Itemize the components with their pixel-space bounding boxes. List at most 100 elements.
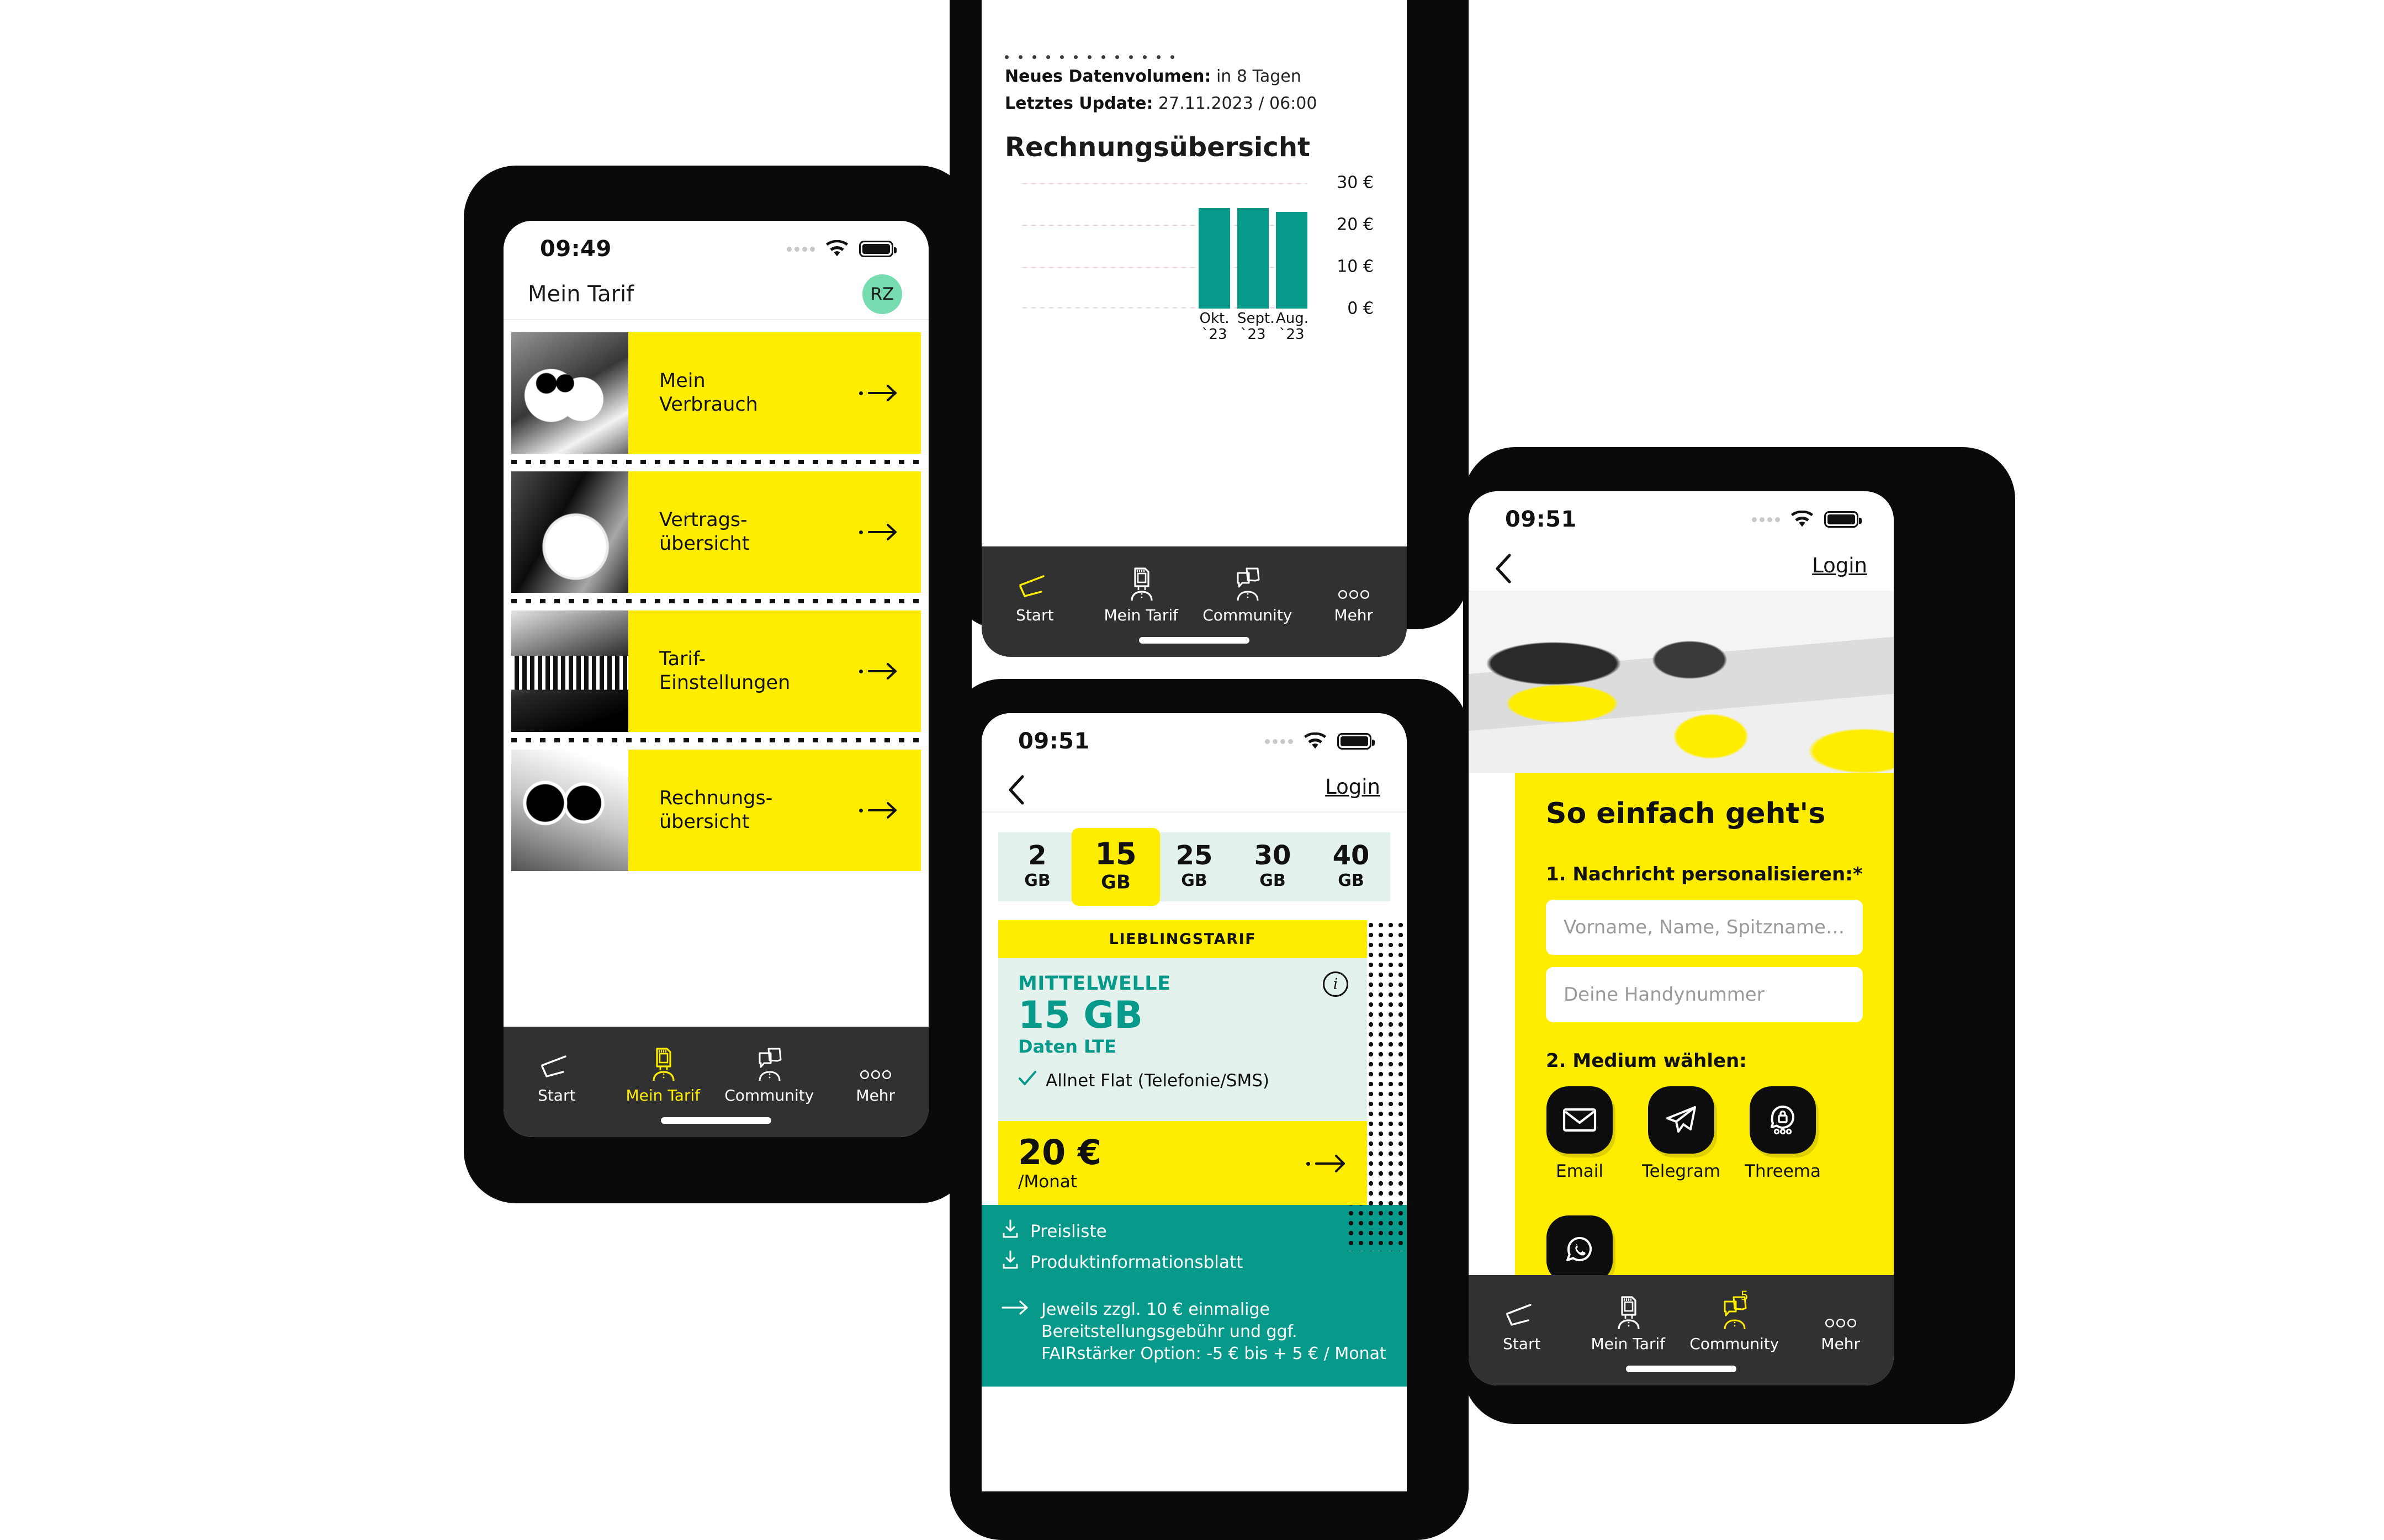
meta-value: 27.11.2023 / 06:00 (1158, 94, 1317, 113)
app-header: Login (982, 762, 1407, 813)
download-icon (1002, 1250, 1019, 1275)
tab-label: Start (1503, 1335, 1541, 1353)
info-icon[interactable]: i (1323, 971, 1348, 997)
arrow-right-icon (859, 801, 899, 820)
home-indicator (1626, 1366, 1736, 1372)
tab-mein-tarif[interactable]: Mein Tarif (1088, 563, 1195, 624)
chevron-left-icon[interactable] (1493, 553, 1517, 583)
login-link[interactable]: Login (1812, 554, 1867, 577)
tariff-data-amount: 15 GB (1018, 994, 1143, 1037)
login-link[interactable]: Login (1325, 775, 1380, 799)
wifi-icon (1790, 511, 1814, 528)
tab-mein-tarif[interactable]: Mein Tarif (610, 1043, 717, 1104)
zigzag-line-icon (1017, 563, 1052, 602)
tab-community[interactable]: 5 Community (1681, 1289, 1788, 1353)
tariff-data-type: Daten LTE (1018, 1036, 1116, 1058)
y-tick-label: 30 € (1337, 173, 1374, 193)
list-item[interactable]: Mein Verbrauch (511, 332, 921, 454)
price-band[interactable]: 20 € /Monat (998, 1121, 1367, 1206)
bar (1199, 208, 1230, 309)
meta-row-datenvolumen: Neues Datenvolumen: in 8 Tagen (1005, 67, 1384, 86)
bar-column (1199, 183, 1230, 309)
bottom-tab-bar: Start Mein Tarif Community Mehr (982, 546, 1407, 657)
y-tick-label: 0 € (1347, 299, 1374, 318)
avatar[interactable]: RZ (862, 274, 902, 314)
gb-option-30[interactable]: 30 GB (1233, 832, 1312, 901)
tab-community[interactable]: Community (716, 1043, 823, 1104)
chevron-left-icon[interactable] (1006, 774, 1030, 805)
list-item-label: Mein Verbrauch (659, 370, 758, 416)
divider (511, 460, 921, 465)
three-circles-icon (1336, 563, 1371, 602)
divider-dots (1005, 55, 1384, 59)
panel-title: So einfach geht's (1546, 797, 1826, 830)
status-bar: 09:49 (504, 221, 929, 269)
status-time: 09:49 (540, 236, 612, 262)
list-item[interactable]: Tarif- Einstellungen (511, 610, 921, 732)
meta-key: Neues Datenvolumen: (1005, 67, 1211, 86)
bottom-tab-bar: Start Mein Tarif Community Mehr (504, 1027, 929, 1137)
medium-option-email[interactable]: Email (1546, 1086, 1613, 1181)
meta-key: Letztes Update: (1005, 94, 1153, 113)
tab-start[interactable]: Start (504, 1043, 610, 1104)
card-thumbnail (511, 471, 628, 593)
gb-option-40[interactable]: 40 GB (1312, 832, 1390, 901)
gb-option-15[interactable]: 15 GB (1071, 827, 1161, 906)
tab-label: Mein Tarif (1591, 1335, 1666, 1353)
gb-number: 25 (1175, 840, 1213, 871)
bar (1276, 212, 1307, 309)
gb-unit: GB (1101, 871, 1131, 894)
battery-icon (1824, 511, 1862, 528)
list-item[interactable]: Rechnungs- übersicht (511, 750, 921, 871)
tab-label: Start (1016, 606, 1054, 624)
gb-option-25[interactable]: 25 GB (1155, 832, 1233, 901)
arrow-right-icon[interactable] (1306, 1154, 1347, 1173)
gb-option-2[interactable]: 2 GB (998, 832, 1077, 901)
tab-mein-tarif[interactable]: Mein Tarif (1575, 1292, 1682, 1353)
home-indicator (661, 1117, 771, 1124)
whatsapp-icon (1546, 1215, 1613, 1283)
tab-label: Mein Tarif (1104, 606, 1179, 624)
phone-community-aktion: 09:51 Login So einfach geht's 1. Nachric… (1469, 491, 1894, 1385)
meta-row-update: Letztes Update: 27.11.2023 / 06:00 (1005, 94, 1384, 113)
page-title: Mein Tarif (528, 282, 634, 307)
tariff-note-text: Jeweils zzgl. 10 € einmalige Bereitstell… (1041, 1300, 1386, 1363)
tab-mehr[interactable]: Mehr (1788, 1292, 1894, 1353)
download-preisliste[interactable]: Preisliste (1002, 1219, 1387, 1244)
tab-label: Mehr (1334, 606, 1374, 624)
home-indicator (1139, 637, 1249, 644)
wifi-icon (825, 240, 849, 258)
medium-option-threema[interactable]: Threema (1745, 1086, 1821, 1181)
tab-label: Community (724, 1086, 814, 1104)
gb-unit: GB (1259, 871, 1286, 890)
check-icon (1018, 1070, 1037, 1091)
status-badge: LIEBLINGSTARIF (998, 920, 1367, 958)
medium-option-telegram[interactable]: Telegram (1642, 1086, 1720, 1181)
tab-start[interactable]: Start (982, 563, 1088, 624)
phone-number-input[interactable]: Deine Handynummer (1546, 967, 1863, 1022)
list-item-label: Rechnungs- übersicht (659, 787, 773, 833)
tariff-block: LIEBLINGSTARIF i MITTELWELLE 15 GB Daten… (982, 920, 1407, 1251)
aktion-panel: So einfach geht's 1. Nachricht personali… (1515, 773, 1894, 1341)
y-tick-label: 20 € (1337, 215, 1374, 235)
paper-plane-icon (1648, 1086, 1714, 1154)
chart-bars (1020, 183, 1307, 309)
card-thumbnail (511, 750, 628, 871)
download-produktinformationsblatt[interactable]: Produktinformationsblatt (1002, 1250, 1387, 1275)
speech-bubbles-person-icon (1230, 563, 1264, 602)
section-title: Rechnungsübersicht (1005, 132, 1310, 163)
phone-start-uebersicht: Noch 15 GB von 15 GB Neues Datenvolumen:… (982, 0, 1407, 657)
divider (511, 738, 921, 744)
step-2-label: 2. Medium wählen: (1546, 1050, 1747, 1072)
tab-label: Community (1202, 606, 1292, 624)
phone-tarif-auswahl: 09:51 Login 2 GB 15 GB 25 GB 30 GB 40 GB… (982, 713, 1407, 1491)
tab-mehr[interactable]: Mehr (1301, 563, 1407, 624)
list-item[interactable]: Vertrags- übersicht (511, 471, 921, 593)
tab-start[interactable]: Start (1469, 1292, 1575, 1353)
sim-card-person-icon (646, 1043, 680, 1082)
tab-mehr[interactable]: Mehr (823, 1043, 929, 1104)
tariff-card[interactable]: i MITTELWELLE 15 GB Daten LTE Allnet Fla… (998, 958, 1367, 1122)
tab-community[interactable]: Community (1194, 563, 1301, 624)
name-input[interactable]: Vorname, Name, Spitzname… (1546, 900, 1863, 955)
bar-column (1237, 183, 1269, 309)
